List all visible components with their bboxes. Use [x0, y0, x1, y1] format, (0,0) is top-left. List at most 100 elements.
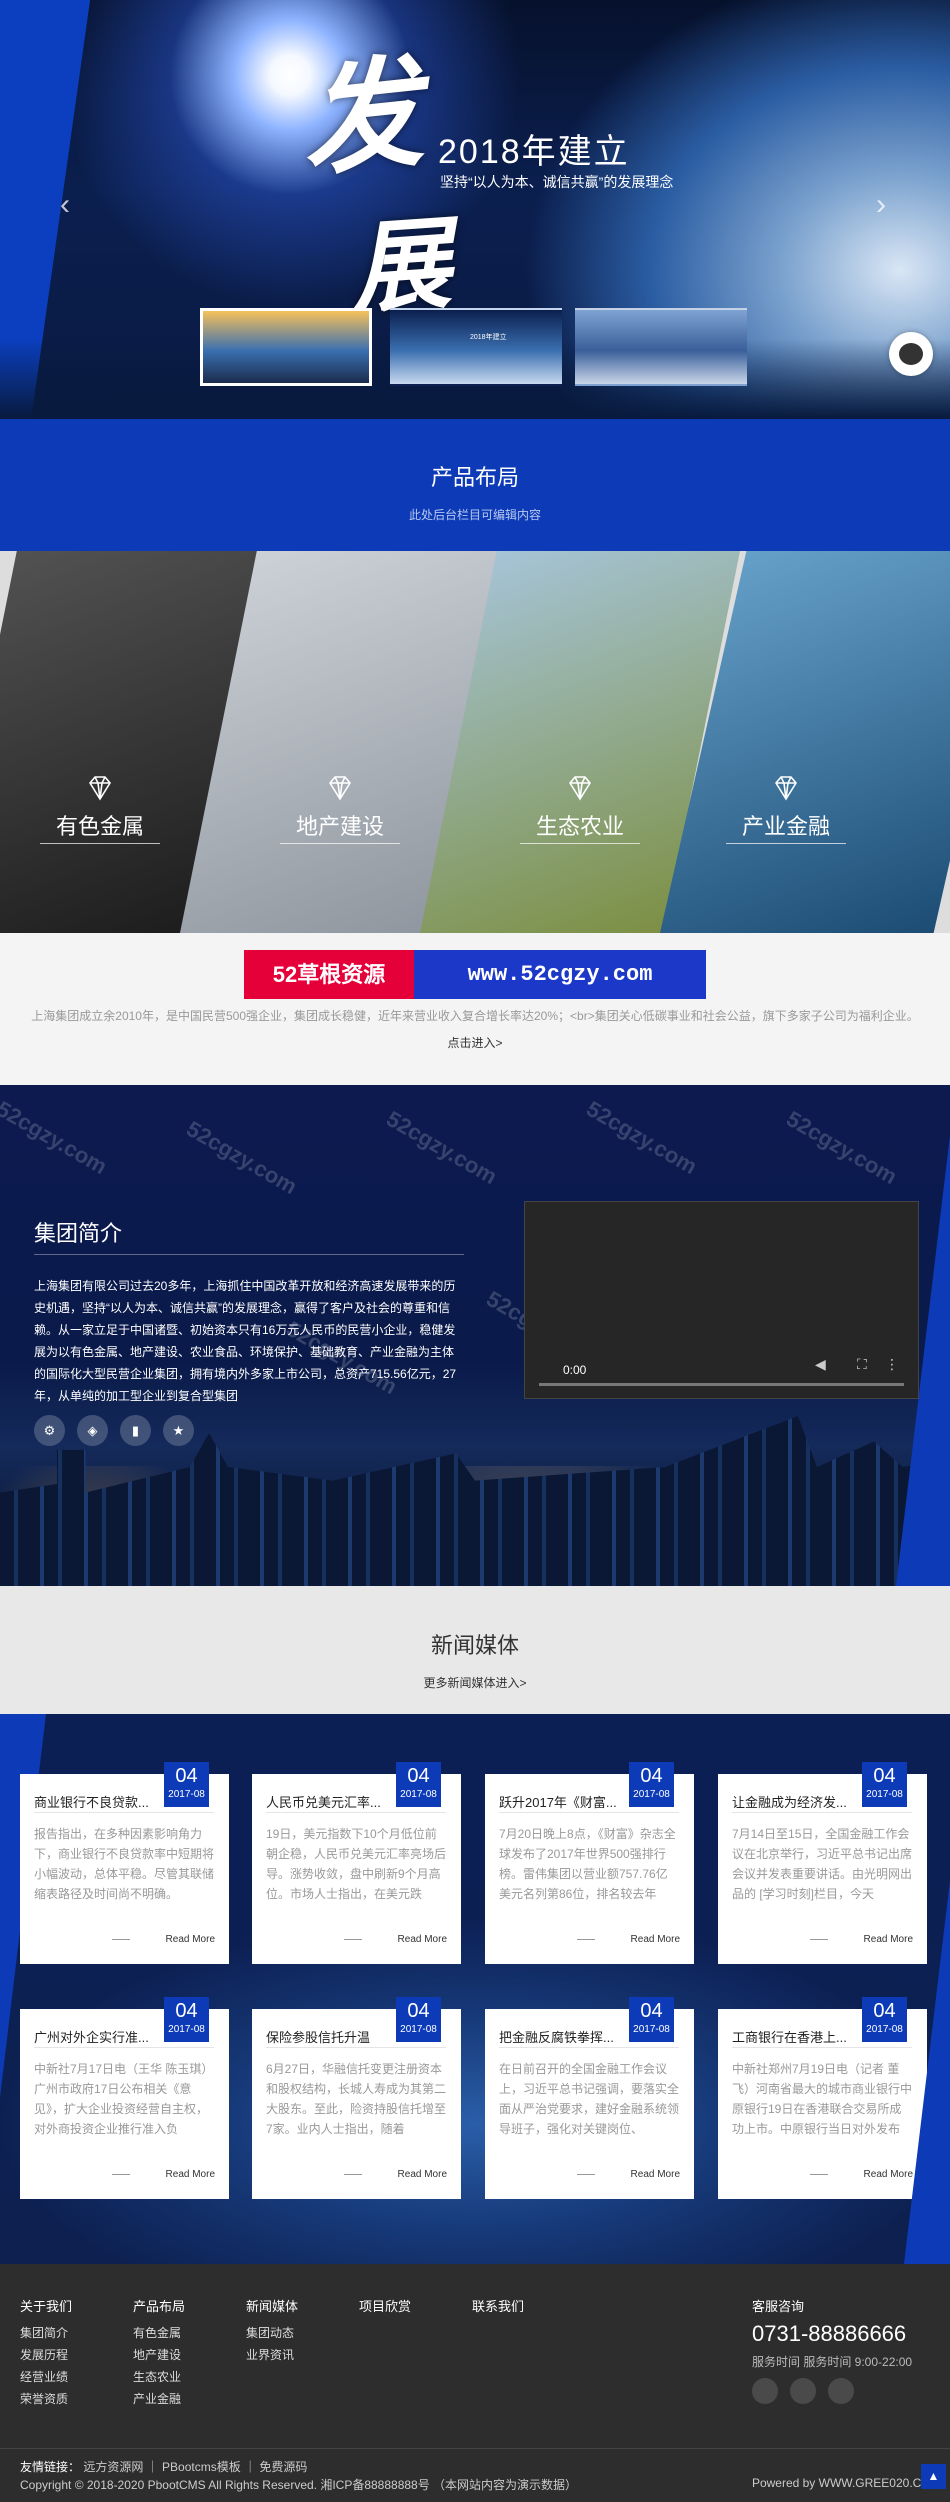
news-divider [499, 1812, 679, 1813]
copyright: Copyright © 2018-2020 PbootCMS All Right… [20, 2478, 578, 2492]
footer-col-title[interactable]: 关于我们 [20, 2296, 72, 2318]
qq-icon[interactable] [752, 2378, 778, 2404]
news-more-link[interactable]: 更多新闻媒体进入> [0, 1674, 950, 1691]
friend-links: 友情链接： 远方资源网 ｜ PBootcms模板 ｜ 免费源码 [20, 2460, 308, 2474]
news-card[interactable]: 04 2017-08 保险参股信托升温 6月27日，华融信托变更注册资本和股权结… [252, 1997, 461, 2199]
product-underline [726, 843, 846, 844]
footer-link[interactable]: 业界资讯 [246, 2344, 298, 2366]
friend-link[interactable]: PBootcms模板 [162, 2460, 241, 2474]
read-more-link[interactable]: Read More [112, 1934, 215, 1945]
news-card[interactable]: 04 2017-08 把金融反腐铁拳挥... 在日前召开的全国金融工作会议上，习… [485, 1997, 694, 2199]
read-more-link[interactable]: Read More [344, 1934, 447, 1945]
news-card[interactable]: 04 2017-08 广州对外企实行准... 中新社7月17日电（王华 陈玉琪）… [20, 1997, 229, 2199]
news-title[interactable]: 保险参股信托升温 [266, 2027, 384, 2046]
wechat-float-button[interactable] [889, 332, 933, 376]
about-description: 上海集团有限公司过去20多年，上海抓住中国改革开放和经济高速发展带来的历史机遇，… [34, 1279, 457, 1403]
read-more-link[interactable]: Read More [344, 2169, 447, 2180]
news-title[interactable]: 商业银行不良贷款... [34, 1792, 152, 1811]
about-section: 52cgzy.com 52cgzy.com 52cgzy.com 52cgzy.… [0, 1085, 950, 1586]
watermark: 52cgzy.com [782, 1105, 902, 1190]
news-card[interactable]: 04 2017-08 工商银行在香港上... 中新社郑州7月19日电（记者 董飞… [718, 1997, 927, 2199]
promo-banner[interactable]: 52草根资源 www.52cgzy.com [244, 950, 706, 999]
footer-link[interactable]: 经营业绩 [20, 2366, 72, 2388]
more-options-icon[interactable]: ⋮ [885, 1356, 899, 1373]
hero-thumbnail-3[interactable] [575, 308, 747, 386]
fullscreen-icon[interactable]: ⛶ [857, 1356, 867, 1373]
footer-link[interactable]: 集团动态 [246, 2322, 298, 2344]
news-day: 04 [175, 2000, 198, 2022]
powered-by[interactable]: Powered by WWW.GREE020.CN [752, 2476, 930, 2490]
news-month: 2017-08 [400, 2024, 437, 2035]
diamond-icon [569, 776, 591, 801]
news-title[interactable]: 跃升2017年《财富... [499, 1792, 617, 1811]
news-day: 04 [407, 1765, 430, 1787]
news-date-badge: 04 2017-08 [629, 1762, 674, 1807]
news-month: 2017-08 [168, 2024, 205, 2035]
news-card[interactable]: 04 2017-08 人民币兑美元汇率... 19日，美元指数下10个月低位前朝… [252, 1762, 461, 1964]
footer-col-projects: 项目欣赏 [359, 2296, 411, 2322]
friend-link[interactable]: 远方资源网 [83, 2460, 143, 2474]
news-title[interactable]: 人民币兑美元汇率... [266, 1792, 384, 1811]
promo-banner-left: 52草根资源 [244, 950, 414, 999]
share-icon[interactable]: ⚙ [34, 1415, 65, 1446]
video-progress-bar[interactable] [539, 1383, 904, 1386]
news-title[interactable]: 工商银行在香港上... [732, 2027, 850, 2046]
diamond-icon [329, 776, 351, 801]
footer-col-title[interactable]: 联系我们 [472, 2296, 524, 2318]
read-more-link[interactable]: Read More [810, 1934, 913, 1945]
footer-col-about: 关于我们 集团简介 发展历程 经营业绩 荣誉资质 [20, 2296, 72, 2410]
footer-link[interactable]: 地产建设 [133, 2344, 185, 2366]
video-time: 0:00 [563, 1363, 587, 1377]
news-divider [266, 2047, 446, 2048]
news-divider [34, 1812, 214, 1813]
hero-thumbnail-2[interactable]: 2018年建立 [390, 308, 562, 386]
footer-link[interactable]: 发展历程 [20, 2344, 72, 2366]
hero-big-character-1: 发 [294, 41, 429, 194]
news-day: 04 [407, 2000, 430, 2022]
product-underline [40, 843, 160, 844]
footer-col-title[interactable]: 产品布局 [133, 2296, 185, 2318]
about-title: 集团简介 [34, 1221, 123, 1246]
footer-link[interactable]: 荣誉资质 [20, 2388, 72, 2410]
tag-icon[interactable]: ◈ [77, 1415, 108, 1446]
back-to-top-button[interactable]: ▲ [921, 2464, 946, 2489]
read-more-link[interactable]: Read More [810, 2169, 913, 2180]
hero-thumbnail-1[interactable] [200, 308, 372, 386]
footer-col-contact: 联系我们 [472, 2296, 524, 2322]
hero-thumbnail-2-label: 2018年建立 [470, 334, 507, 341]
footer-link[interactable]: 生态农业 [133, 2366, 185, 2388]
news-card[interactable]: 04 2017-08 商业银行不良贷款... 报告指出，在多种因素影响角力下，商… [20, 1762, 229, 1964]
news-title[interactable]: 让金融成为经济发... [732, 1792, 850, 1811]
footer-col-title[interactable]: 新闻媒体 [246, 2296, 298, 2318]
news-month: 2017-08 [866, 1789, 903, 1800]
hero-banner: 发 展 2018年建立 坚持“以人为本、诚信共赢”的发展理念 ‹ › 2018年… [0, 0, 950, 419]
read-more-link[interactable]: Read More [577, 1934, 680, 1945]
news-date-badge: 04 2017-08 [629, 1997, 674, 2042]
prev-arrow-icon[interactable]: ‹ [60, 188, 70, 222]
footer-link[interactable]: 有色金属 [133, 2322, 185, 2344]
intro-more-link[interactable]: 点击进入> [0, 1034, 950, 1051]
video-player[interactable]: 0:00 ◀ ⛶ ⋮ [524, 1201, 919, 1399]
intro-section: 52草根资源 www.52cgzy.com 上海集团成立余2010年，是中国民营… [0, 933, 950, 1085]
news-date-badge: 04 2017-08 [862, 1762, 907, 1807]
news-divider [266, 1812, 446, 1813]
watermark: 52cgzy.com [582, 1095, 702, 1180]
star-icon[interactable]: ★ [163, 1415, 194, 1446]
news-title[interactable]: 广州对外企实行准... [34, 2027, 152, 2046]
footer-link[interactable]: 集团简介 [20, 2322, 72, 2344]
footer-link[interactable]: 产业金融 [133, 2388, 185, 2410]
bar-chart-icon[interactable]: ▮ [120, 1415, 151, 1446]
read-more-link[interactable]: Read More [112, 2169, 215, 2180]
news-day: 04 [873, 1765, 896, 1787]
diamond-icon [89, 776, 111, 801]
weibo-icon[interactable] [790, 2378, 816, 2404]
wechat-icon[interactable] [828, 2378, 854, 2404]
news-card[interactable]: 04 2017-08 跃升2017年《财富... 7月20日晚上8点，《财富》杂… [485, 1762, 694, 1964]
volume-icon[interactable]: ◀ [815, 1356, 826, 1373]
read-more-link[interactable]: Read More [577, 2169, 680, 2180]
news-card[interactable]: 04 2017-08 让金融成为经济发... 7月14日至15日，全国金融工作会… [718, 1762, 927, 1964]
news-title[interactable]: 把金融反腐铁拳挥... [499, 2027, 617, 2046]
footer-col-title[interactable]: 项目欣赏 [359, 2296, 411, 2318]
friend-link[interactable]: 免费源码 [259, 2460, 307, 2474]
next-arrow-icon[interactable]: › [876, 188, 886, 222]
